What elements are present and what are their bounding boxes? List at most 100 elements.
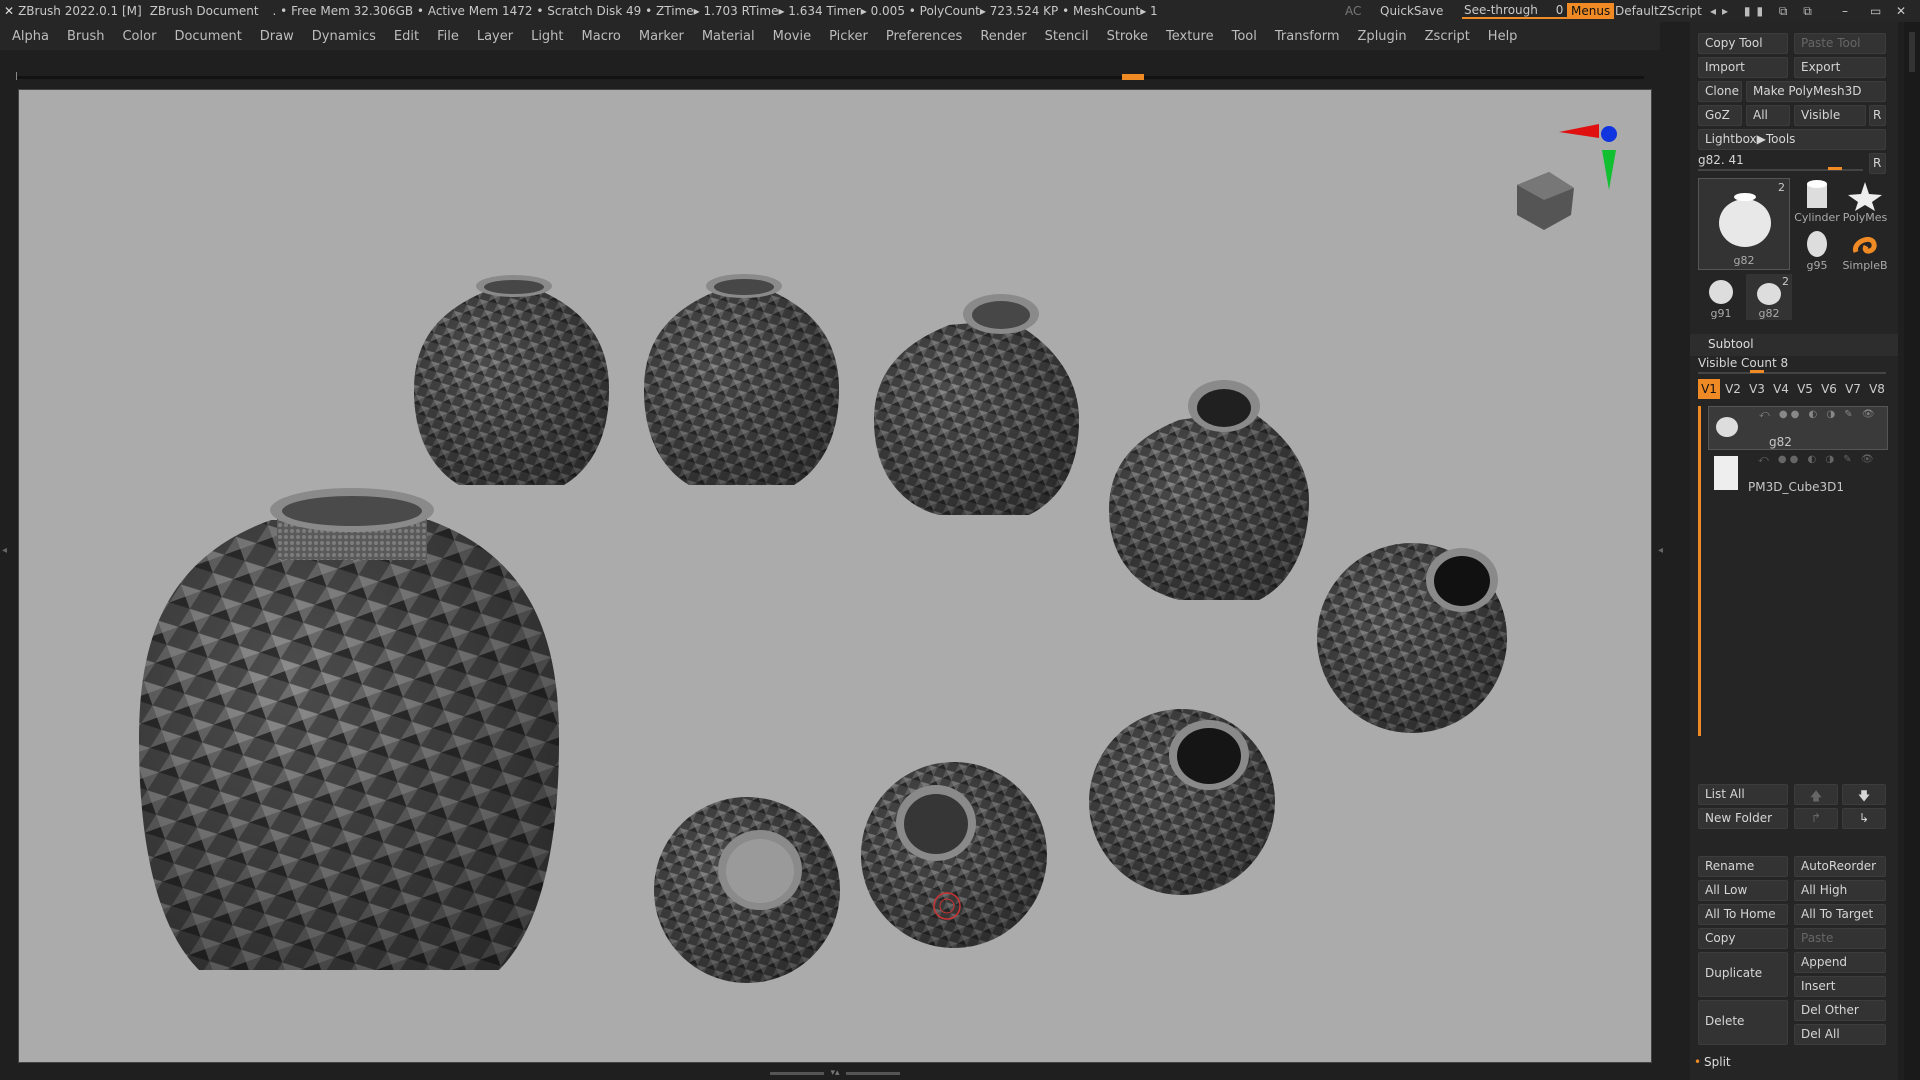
all-low-button[interactable]: All Low [1698,880,1788,901]
insert-button[interactable]: Insert [1794,976,1886,997]
tool-thumb-polymesh[interactable]: PolyMes [1842,178,1888,224]
all-high-button[interactable]: All High [1794,880,1886,901]
menu-help[interactable]: Help [1488,29,1518,44]
current-tool-slider[interactable]: g82. 41 [1698,153,1863,171]
menu-color[interactable]: Color [122,29,156,44]
tool-thumb-g95[interactable]: g95 [1794,226,1840,272]
orientation-gizmo[interactable] [1559,124,1617,190]
menu-preferences[interactable]: Preferences [886,29,962,44]
menu-marker[interactable]: Marker [639,29,684,44]
goz-all-button[interactable]: All [1746,105,1790,126]
menu-light[interactable]: Light [531,29,563,44]
tool-thumb-g91[interactable]: g91 [1698,274,1744,320]
palette-scrollbar[interactable] [1904,22,1920,1080]
timeline-marker[interactable] [1122,74,1144,80]
list-all-button[interactable]: List All [1698,784,1788,805]
menu-document[interactable]: Document [174,29,241,44]
tool-thumb-g82[interactable]: 2 g82 [1746,274,1792,320]
minimize-icon[interactable]: – [1842,4,1848,18]
visible-count-slider[interactable]: Visible Count 8 [1698,356,1886,374]
visibility-tab-v2[interactable]: V2 [1722,379,1744,399]
copy-button[interactable]: Copy [1698,928,1788,949]
canvas-viewport[interactable] [18,89,1652,1063]
tool-r-button[interactable]: R [1869,153,1886,174]
duplicate-button[interactable]: Duplicate [1698,952,1788,997]
menu-brush[interactable]: Brush [67,29,105,44]
timeline-track[interactable] [16,76,1644,79]
tool-thumb-g82-main[interactable]: 2 g82 [1698,178,1790,270]
subtool-item-g82[interactable]: ⤺ ●● ◐ ◑ ✎ 👁 g82 [1708,406,1888,450]
menu-stencil[interactable]: Stencil [1045,29,1089,44]
menus-toggle[interactable]: Menus [1567,3,1615,19]
split-header[interactable]: • Split [1690,1052,1898,1074]
subtool-controls-icon[interactable]: ⤺ ●● ◐ ◑ ✎ 👁 [1759,409,1878,420]
navigation-cube[interactable] [1517,172,1574,230]
right-tray-handle[interactable]: ◂ [1658,490,1668,610]
visibility-tab-v4[interactable]: V4 [1770,379,1792,399]
all-to-target-button[interactable]: All To Target [1794,904,1886,925]
menu-draw[interactable]: Draw [260,29,294,44]
folder-down-icon[interactable]: ↳ [1842,808,1886,829]
visibility-tab-v6[interactable]: V6 [1818,379,1840,399]
bottom-tray-handle[interactable]: ▾▴ [770,1068,901,1078]
menu-edit[interactable]: Edit [394,29,419,44]
append-button[interactable]: Append [1794,952,1886,973]
menu-transform[interactable]: Transform [1275,29,1340,44]
menu-render[interactable]: Render [980,29,1026,44]
visibility-tab-v1[interactable]: V1 [1698,379,1720,399]
menu-zplugin[interactable]: Zplugin [1358,29,1407,44]
visibility-tab-v3[interactable]: V3 [1746,379,1768,399]
maximize-icon[interactable]: ▭ [1870,4,1881,18]
subtool-controls-icon[interactable]: ⤺ ●● ◐ ◑ ✎ 👁 [1758,454,1877,465]
menu-tool[interactable]: Tool [1232,29,1257,44]
autoreorder-button[interactable]: AutoReorder [1794,856,1886,877]
subtool-header[interactable]: Subtool [1690,334,1898,356]
tool-thumb-cylinder[interactable]: Cylinder [1794,178,1840,224]
visibility-tab-v7[interactable]: V7 [1842,379,1864,399]
left-tray-handle[interactable]: ◂ [2,490,12,610]
layout-icons[interactable]: ◂▸ ▮▮ ⧉ ⧉ [1710,4,1818,19]
clone-button[interactable]: Clone [1698,81,1742,102]
menu-texture[interactable]: Texture [1166,29,1214,44]
menu-macro[interactable]: Macro [582,29,621,44]
delete-button[interactable]: Delete [1698,1000,1788,1045]
all-to-home-button[interactable]: All To Home [1698,904,1788,925]
menu-material[interactable]: Material [702,29,755,44]
goz-button[interactable]: GoZ [1698,105,1742,126]
close-icon[interactable]: ✕ [1896,4,1906,18]
copy-tool-button[interactable]: Copy Tool [1698,33,1788,54]
lightbox-tools-button[interactable]: Lightbox▶Tools [1698,129,1886,150]
menu-stroke[interactable]: Stroke [1107,29,1148,44]
ac-label[interactable]: AC [1345,4,1361,18]
paste-button[interactable]: Paste [1794,928,1886,949]
goz-visible-button[interactable]: Visible [1794,105,1866,126]
rename-button[interactable]: Rename [1698,856,1788,877]
tool-thumb-simplebrush[interactable]: SimpleB [1842,226,1888,272]
move-up-button[interactable]: 🡅 [1794,784,1838,805]
menu-picker[interactable]: Picker [829,29,868,44]
scroll-thumb[interactable] [1909,32,1915,72]
menu-alpha[interactable]: Alpha [12,29,49,44]
goz-r-button[interactable]: R [1869,105,1886,126]
move-down-button[interactable]: 🡇 [1842,784,1886,805]
del-all-button[interactable]: Del All [1794,1024,1886,1045]
see-through-slider[interactable]: See-through 0 [1462,3,1574,19]
new-folder-button[interactable]: New Folder [1698,808,1788,829]
make-polymesh-button[interactable]: Make PolyMesh3D [1746,81,1886,102]
subtool-item-cube[interactable]: ⤺ ●● ◐ ◑ ✎ 👁 PM3D_Cube3D1 [1708,452,1888,496]
menu-zscript[interactable]: Zscript [1425,29,1470,44]
timeline[interactable] [0,66,1660,82]
visibility-tab-v8[interactable]: V8 [1866,379,1888,399]
menu-dynamics[interactable]: Dynamics [312,29,376,44]
quicksave-button[interactable]: QuickSave [1380,4,1443,18]
subtool-scroll-indicator[interactable] [1698,406,1701,736]
del-other-button[interactable]: Del Other [1794,1000,1886,1021]
menu-file[interactable]: File [437,29,459,44]
export-button[interactable]: Export [1794,57,1886,78]
default-zscript-button[interactable]: DefaultZScript [1615,4,1702,18]
paste-tool-button[interactable]: Paste Tool [1794,33,1886,54]
menu-movie[interactable]: Movie [773,29,811,44]
menu-layer[interactable]: Layer [477,29,513,44]
visibility-tab-v5[interactable]: V5 [1794,379,1816,399]
import-button[interactable]: Import [1698,57,1788,78]
